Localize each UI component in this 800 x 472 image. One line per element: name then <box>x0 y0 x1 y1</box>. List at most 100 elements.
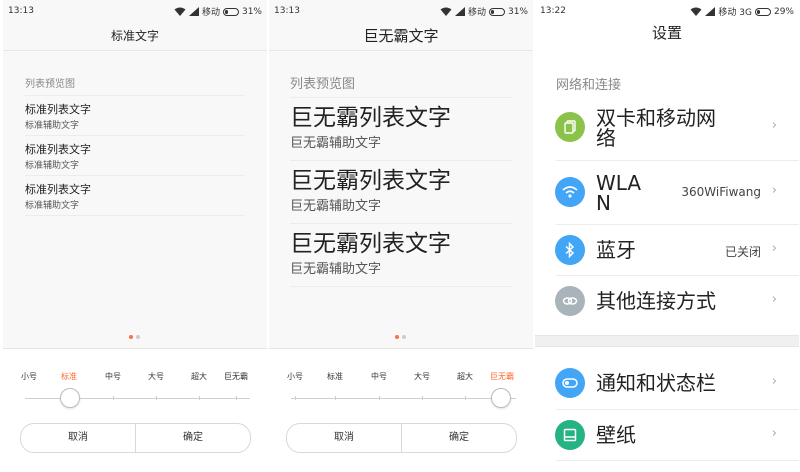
link-icon <box>555 286 585 316</box>
slider-tick <box>156 396 157 400</box>
confirm-button[interactable]: 确定 <box>401 424 516 452</box>
list-item-subtitle: 巨无霸辅助文字 <box>290 262 382 277</box>
cancel-button[interactable]: 取消 <box>287 424 401 452</box>
settings-row-wlan[interactable]: WLAN 360WiFiwang › <box>535 167 799 217</box>
size-slider-track[interactable] <box>291 398 516 399</box>
wifi-icon <box>555 177 585 207</box>
wifi-signal-icon <box>440 7 452 16</box>
page-title: 设置 <box>651 24 682 42</box>
list-item: 标准列表文字 标准辅助文字 <box>25 175 245 216</box>
size-option-xlarge[interactable]: 超大 <box>457 371 473 382</box>
bluetooth-status: 已关闭 <box>724 245 761 259</box>
size-slider-track[interactable] <box>25 398 250 399</box>
slider-tick <box>465 396 466 400</box>
cell-signal-icon <box>705 7 716 16</box>
confirm-button[interactable]: 确定 <box>135 424 250 452</box>
page-title: 巨无霸文字 <box>269 22 533 51</box>
list-item-title: 巨无霸列表文字 <box>290 231 451 257</box>
slider-tick <box>295 396 296 400</box>
settings-row-label: 其他连接方式 <box>596 289 716 313</box>
size-option-small[interactable]: 小号 <box>21 371 37 382</box>
list-item-title: 标准列表文字 <box>25 103 91 116</box>
settings-row-label: 壁纸 <box>596 423 636 447</box>
chevron-right-icon: › <box>771 241 777 256</box>
status-bar: 13:13 移动 31% <box>3 0 267 22</box>
wifi-signal-icon <box>174 7 186 16</box>
battery-percent: 31% <box>507 6 528 17</box>
list-item-subtitle: 巨无霸辅助文字 <box>290 136 382 151</box>
list-preview: 列表预览图 巨无霸列表文字 巨无霸辅助文字 巨无霸列表文字 巨无霸辅助文字 巨无… <box>269 50 533 348</box>
page-indicator <box>129 335 140 339</box>
page-title: 标准文字 <box>3 22 267 51</box>
status-time: 13:22 <box>540 6 566 16</box>
settings-row-notifications[interactable]: 通知和状态栏 › <box>535 358 799 408</box>
list-item-subtitle: 巨无霸辅助文字 <box>290 199 382 214</box>
section-gap <box>535 335 799 347</box>
sim-cards-icon <box>555 112 585 142</box>
list-preview: 列表预览图 标准列表文字 标准辅助文字 标准列表文字 标准辅助文字 标准列表文字… <box>3 50 267 348</box>
list-item: 巨无霸列表文字 巨无霸辅助文字 <box>290 223 512 286</box>
list-item-title: 巨无霸列表文字 <box>290 105 451 131</box>
size-option-xlarge[interactable]: 超大 <box>191 371 207 382</box>
settings-row-dual-sim[interactable]: 双卡和移动网络 › <box>535 102 799 152</box>
size-option-huge[interactable]: 巨无霸 <box>224 371 248 382</box>
carrier-label: 移动 <box>467 8 486 18</box>
battery-icon <box>488 7 505 16</box>
chevron-right-icon: › <box>771 183 777 198</box>
list-item-subtitle: 标准辅助文字 <box>25 201 80 211</box>
wallpaper-icon <box>555 420 585 450</box>
battery-icon <box>754 7 771 16</box>
list-item: 巨无霸列表文字 巨无霸辅助文字 <box>290 160 512 223</box>
toggle-icon <box>555 368 585 398</box>
list-divider <box>25 215 245 216</box>
chevron-right-icon: › <box>771 426 777 441</box>
size-option-standard[interactable]: 标准 <box>61 371 77 382</box>
settings-row-other-connections[interactable]: 其他连接方式 › <box>535 276 799 326</box>
page-dot <box>136 335 140 339</box>
list-divider <box>290 286 512 287</box>
phone-screen-huge: 13:13 移动 31% 巨无霸文字 列表预览图 巨无霸列表文字 巨无霸辅助文字… <box>269 0 533 472</box>
action-buttons: 取消 确定 <box>20 423 251 453</box>
section-label: 网络和连接 <box>556 78 622 93</box>
divider <box>556 460 799 461</box>
battery-percent: 31% <box>241 6 262 17</box>
chevron-right-icon: › <box>771 118 777 133</box>
settings-row-bluetooth[interactable]: 蓝牙 已关闭 › <box>535 225 799 275</box>
chevron-right-icon: › <box>771 374 777 389</box>
size-option-small[interactable]: 小号 <box>287 371 303 382</box>
status-time: 13:13 <box>8 6 34 16</box>
list-item-subtitle: 标准辅助文字 <box>25 121 80 131</box>
list-item: 巨无霸列表文字 巨无霸辅助文字 <box>290 97 512 160</box>
font-size-controls: 小号 标准 中号 大号 超大 巨无霸 取消 确定 <box>3 348 267 472</box>
list-item: 标准列表文字 标准辅助文字 <box>25 95 245 136</box>
phone-screen-standard: 13:13 移动 31% 标准文字 列表预览图 标准列表文字 标准辅助文字 标准… <box>3 0 267 472</box>
settings-row-label: WLAN <box>596 171 642 215</box>
action-buttons: 取消 确定 <box>286 423 517 453</box>
cell-signal-icon <box>188 7 199 16</box>
size-option-medium[interactable]: 中号 <box>105 371 121 382</box>
battery-percent: 29% <box>773 6 794 17</box>
font-size-controls: 小号 标准 中号 大号 超大 巨无霸 取消 确定 <box>269 348 533 472</box>
status-time: 13:13 <box>274 6 300 16</box>
settings-row-label: 双卡和移动网络 <box>596 106 716 150</box>
chevron-right-icon: › <box>771 292 777 307</box>
cell-signal-icon <box>454 7 465 16</box>
size-option-medium[interactable]: 中号 <box>371 371 387 382</box>
size-slider-thumb[interactable] <box>491 388 511 408</box>
section-label: 列表预览图 <box>25 79 75 90</box>
carrier-label: 移动 3G <box>718 8 752 18</box>
settings-row-wallpaper[interactable]: 壁纸 › <box>535 410 799 460</box>
cancel-button[interactable]: 取消 <box>21 424 135 452</box>
phone-screen-settings: 13:22 移动 3G 29% 设置 网络和连接 双卡和移动网络 › WLAN … <box>535 0 799 472</box>
size-option-large[interactable]: 大号 <box>148 371 164 382</box>
slider-tick <box>236 396 237 400</box>
carrier-label: 移动 <box>201 8 220 18</box>
size-option-large[interactable]: 大号 <box>414 371 430 382</box>
status-bar: 13:13 移动 31% <box>269 0 533 22</box>
size-slider-thumb[interactable] <box>60 388 80 408</box>
wifi-signal-icon <box>690 7 702 16</box>
size-option-huge[interactable]: 巨无霸 <box>490 371 514 382</box>
size-option-standard[interactable]: 标准 <box>327 371 343 382</box>
page-dot <box>402 335 406 339</box>
section-label: 列表预览图 <box>290 77 356 92</box>
